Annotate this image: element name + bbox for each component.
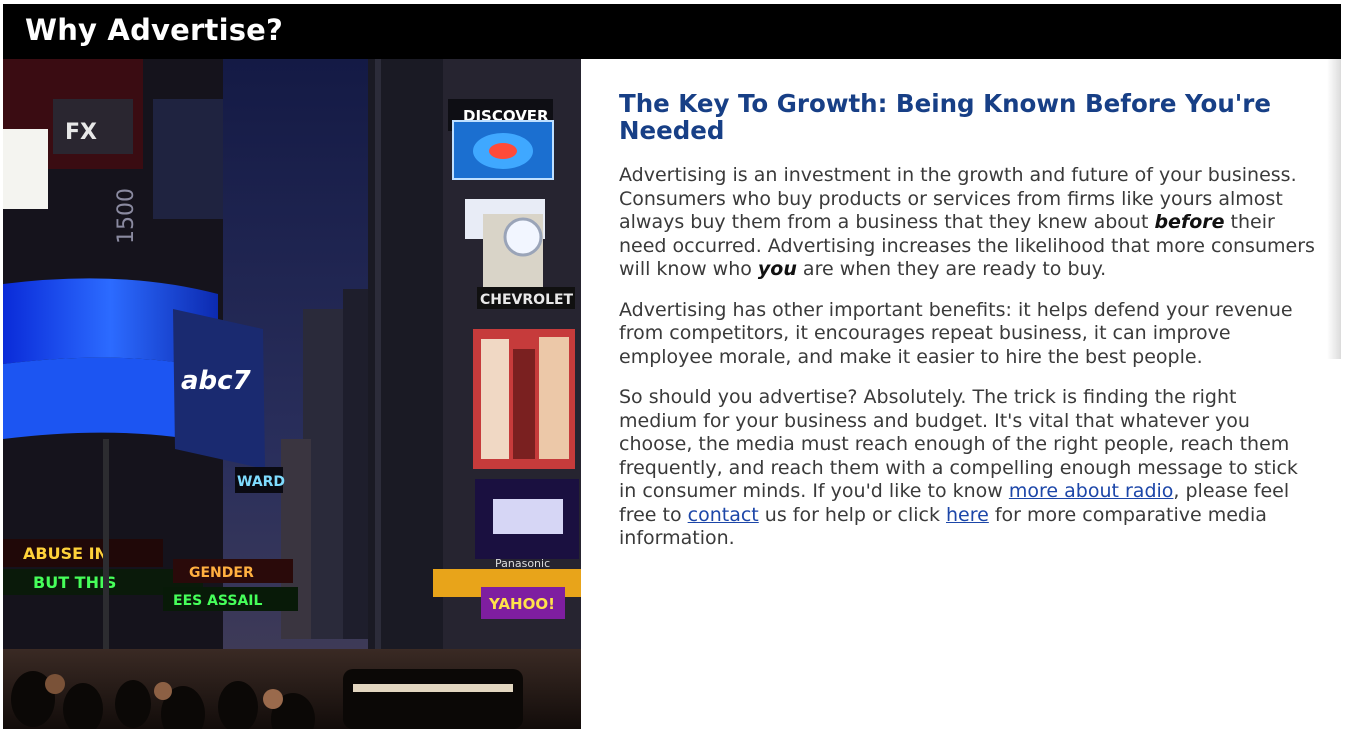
content-edge-shadow <box>1327 59 1341 359</box>
page-title: Why Advertise? <box>25 13 284 47</box>
ward-sign: WARD <box>237 474 285 490</box>
article-content: The Key To Growth: Being Known Before Yo… <box>619 90 1319 568</box>
ticker-text-4: EES ASSAIL <box>173 593 263 609</box>
here-link[interactable]: here <box>946 504 989 526</box>
chevrolet-sign-label: CHEVROLET <box>480 292 574 308</box>
p1-text-c: are when they are ready to buy. <box>796 258 1107 280</box>
article-heading: The Key To Growth: Being Known Before Yo… <box>619 89 1271 145</box>
paragraph-benefits: Advertising has other important benefits… <box>619 298 1293 368</box>
more-about-radio-link[interactable]: more about radio <box>1009 480 1174 502</box>
yahoo-sign-label: YAHOO! <box>488 595 555 613</box>
page-frame: Why Advertise? DISCOVER CHEVROLET Panaso… <box>3 4 1341 729</box>
paragraph-should-you-advertise: So should you advertise? Absolutely. The… <box>619 386 1319 551</box>
abc-sign: abc7 <box>181 366 252 396</box>
times-square-photo: DISCOVER CHEVROLET Panasonic YAHOO! FX 1… <box>3 59 581 729</box>
ticker-text-3: GENDER <box>189 565 254 581</box>
fx-sign: FX <box>65 120 97 145</box>
p3-text-c: us for help or click <box>758 503 946 526</box>
ticker-text-1: ABUSE IN <box>23 544 108 563</box>
emphasis-you: you <box>757 258 797 280</box>
panasonic-sign: Panasonic <box>495 557 550 570</box>
page-header: Why Advertise? <box>3 4 1341 59</box>
photo-illustration: DISCOVER CHEVROLET Panasonic YAHOO! FX 1… <box>3 59 581 729</box>
paragraph-investment: Advertising is an investment in the grow… <box>619 164 1319 282</box>
building-number: 1500 <box>114 188 139 244</box>
emphasis-before: before <box>1154 211 1225 233</box>
clock-icon <box>503 217 543 257</box>
contact-link[interactable]: contact <box>688 504 759 526</box>
